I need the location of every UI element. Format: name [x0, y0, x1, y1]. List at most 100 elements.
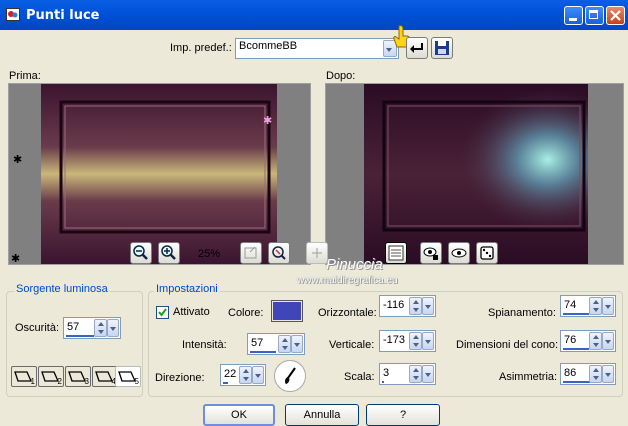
eye-lock-button[interactable] — [420, 242, 442, 264]
move-button[interactable] — [306, 242, 328, 264]
proof-icon — [388, 245, 404, 261]
svg-text:✱: ✱ — [13, 153, 22, 166]
cone-spinner[interactable]: 76 — [560, 330, 616, 352]
scale-value: 3 — [383, 367, 390, 379]
save-preset-button[interactable] — [431, 37, 453, 59]
scale-label: Scala: — [344, 371, 375, 383]
scale-spinner[interactable]: 3 — [379, 363, 436, 385]
flattening-level-bar — [563, 313, 589, 315]
flattening-spinner[interactable]: 74 — [560, 295, 616, 317]
light-2-button[interactable]: 2 — [38, 366, 64, 387]
direction-dial[interactable] — [274, 360, 306, 392]
reset-button[interactable] — [406, 37, 428, 59]
light-source-title: Sorgente luminosa — [14, 283, 110, 295]
before-preview-image: ✱ ✱ ✱ — [9, 84, 310, 264]
light-5-button[interactable]: 5 — [115, 366, 141, 387]
direction-spinner[interactable]: 22 — [220, 364, 266, 386]
chevron-down-icon[interactable] — [107, 319, 119, 337]
spin-updown-icon[interactable] — [409, 332, 422, 350]
chevron-down-icon[interactable] — [422, 365, 434, 383]
spin-updown-icon[interactable] — [589, 365, 602, 383]
before-label: Prima: — [9, 70, 41, 82]
zoom-in-icon — [161, 245, 176, 260]
chevron-down-icon[interactable] — [602, 297, 614, 315]
color-label: Colore: — [228, 307, 264, 319]
preset-dropdown[interactable]: BcommeBB — [235, 38, 399, 59]
move-icon — [312, 248, 322, 258]
spin-updown-icon[interactable] — [589, 332, 602, 350]
zoom-in-button[interactable] — [158, 242, 180, 264]
after-preview — [325, 83, 624, 265]
flattening-value: 74 — [564, 299, 577, 311]
color-swatch-fill — [273, 302, 301, 320]
spin-updown-icon[interactable] — [589, 297, 602, 315]
eye-button[interactable] — [448, 242, 470, 264]
randomize-button[interactable] — [476, 242, 498, 264]
title-bar[interactable]: Punti luce — [0, 0, 628, 30]
asymmetry-label: Asimmetria: — [499, 371, 558, 383]
horizontal-label: Orizzontale: — [318, 307, 377, 319]
maximize-button[interactable] — [585, 6, 604, 25]
chevron-down-icon[interactable] — [252, 366, 264, 384]
asymmetry-spinner[interactable]: 86 — [560, 363, 616, 385]
intensity-label: Intensità: — [182, 339, 227, 351]
darkness-value: 57 — [67, 321, 80, 333]
svg-text:✱: ✱ — [263, 114, 272, 127]
close-button[interactable] — [606, 6, 625, 25]
chevron-down-icon[interactable] — [422, 332, 434, 350]
randomize-icon — [480, 246, 494, 260]
watermark-name: Pinuccia — [326, 256, 383, 273]
light-number: 5 — [134, 377, 139, 386]
enabled-label: Attivato — [173, 306, 210, 318]
light-1-button[interactable]: 1 — [11, 366, 37, 387]
before-preview[interactable]: ✱ ✱ ✱ — [8, 83, 311, 265]
help-button[interactable]: ? — [366, 404, 440, 426]
darkness-spinner[interactable]: 57 — [63, 317, 121, 339]
checkbox-check-icon[interactable] — [156, 306, 169, 319]
chevron-down-icon[interactable] — [602, 332, 614, 350]
zoom-out-icon — [133, 245, 148, 260]
spin-updown-icon[interactable] — [409, 297, 422, 315]
cone-level-bar — [563, 348, 589, 350]
zoom-out-button[interactable] — [130, 242, 152, 264]
spin-updown-icon[interactable] — [409, 365, 422, 383]
vertical-spinner[interactable]: -173 — [379, 330, 436, 352]
cone-label: Dimensioni del cono: — [456, 339, 559, 351]
preset-label: Imp. predef.: — [170, 42, 232, 54]
save-preset-icon — [435, 41, 449, 55]
chevron-down-icon[interactable] — [291, 335, 303, 353]
flattening-label: Spianamento: — [488, 307, 556, 319]
light-3-button[interactable]: 3 — [65, 366, 91, 387]
minimize-button[interactable] — [564, 6, 583, 25]
eye-lock-icon — [423, 247, 438, 260]
intensity-spinner[interactable]: 57 — [247, 333, 305, 355]
chevron-down-icon[interactable] — [422, 297, 434, 315]
intensity-level-bar — [250, 351, 276, 353]
svg-text:✱: ✱ — [11, 252, 20, 264]
chevron-down-icon[interactable] — [602, 365, 614, 383]
intensity-value: 57 — [251, 337, 264, 349]
preset-value: BcommeBB — [239, 40, 298, 52]
cancel-button[interactable]: Annulla — [285, 404, 359, 426]
ok-button[interactable]: OK — [203, 404, 275, 426]
navigate-button[interactable] — [268, 242, 290, 264]
direction-value: 22 — [224, 368, 237, 380]
darkness-label: Oscurità: — [15, 322, 60, 334]
window-title: Punti luce — [26, 8, 100, 23]
spin-updown-icon[interactable] — [239, 366, 252, 384]
spin-updown-icon[interactable] — [278, 335, 291, 353]
scale-level-bar — [382, 381, 384, 383]
fit-button[interactable] — [240, 242, 262, 264]
light-number: 1 — [30, 377, 35, 386]
app-icon — [6, 8, 20, 21]
color-swatch[interactable] — [271, 300, 303, 322]
horizontal-spinner[interactable]: -116 — [379, 295, 436, 317]
fit-icon — [244, 246, 257, 259]
direction-level-bar — [223, 382, 228, 384]
horizontal-value: -116 — [383, 299, 405, 311]
direction-label: Direzione: — [155, 372, 205, 384]
proof-button[interactable] — [385, 242, 407, 264]
vertical-value: -173 — [383, 334, 406, 346]
spin-updown-icon[interactable] — [94, 319, 107, 337]
close-icon — [610, 10, 621, 21]
